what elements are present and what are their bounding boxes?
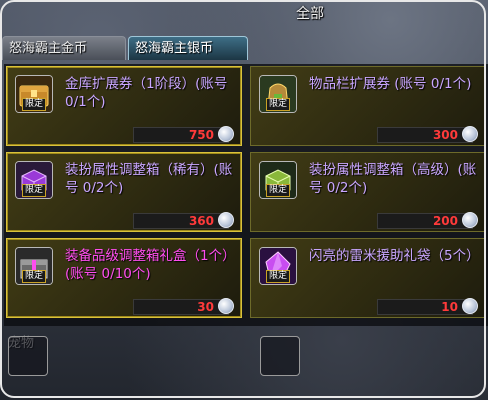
item-price: 30 <box>197 300 214 314</box>
silver-coin-icon <box>218 298 234 314</box>
silver-coin-icon <box>462 212 478 228</box>
item-name: 装扮属性调整箱（稀有）(账号 0/2个) <box>65 162 233 196</box>
shop-item-card[interactable]: 限定 装扮属性调整箱（稀有）(账号 0/2个) 360 <box>6 152 242 232</box>
backpack-icon: 限定 <box>259 75 297 113</box>
shop-item-card[interactable]: 限定 装扮属性调整箱（高级）(账号 0/2个) 200 <box>250 152 486 232</box>
price-box: 10 <box>377 298 478 315</box>
item-slot[interactable] <box>8 336 48 376</box>
limited-badge: 限定 <box>266 98 291 111</box>
item-price: 360 <box>188 214 214 228</box>
tab-silver-coin[interactable]: 怒海霸主银币 <box>128 36 248 60</box>
price-box: 750 <box>133 126 234 143</box>
shop-item-card[interactable]: 限定 物品栏扩展券 (账号 0/1个) 300 <box>250 66 486 146</box>
shop-item-card[interactable]: 限定 装备品级调整箱礼盒（1个）(账号 0/10个) 30 <box>6 238 242 318</box>
silver-coin-icon <box>218 126 234 142</box>
item-price: 200 <box>432 214 458 228</box>
item-price: 750 <box>188 128 214 142</box>
price-box: 360 <box>133 212 234 229</box>
purple-box-icon: 限定 <box>15 161 53 199</box>
crystal-bag-icon: 限定 <box>259 247 297 285</box>
price-box: 200 <box>377 212 478 229</box>
gift-box-icon: 限定 <box>15 247 53 285</box>
item-price: 10 <box>441 300 458 314</box>
shop-item-card[interactable]: 限定 闪亮的雷米援助礼袋（5个） 10 <box>250 238 486 318</box>
tab-gold-coin[interactable]: 怒海霸主金币 <box>2 36 126 60</box>
currency-tabs: 怒海霸主金币 怒海霸主银币 <box>0 36 488 60</box>
silver-coin-icon <box>218 212 234 228</box>
item-price: 300 <box>432 128 458 142</box>
price-box: 300 <box>377 126 478 143</box>
category-all-label[interactable]: 全部 <box>296 3 324 23</box>
limited-badge: 限定 <box>22 184 47 197</box>
item-name: 物品栏扩展券 (账号 0/1个) <box>309 76 472 92</box>
item-slot[interactable] <box>260 336 300 376</box>
limited-badge: 限定 <box>266 270 291 283</box>
treasure-chest-icon: 限定 <box>15 75 53 113</box>
limited-badge: 限定 <box>266 184 291 197</box>
bottom-area: 宠物 <box>4 326 484 398</box>
silver-coin-icon <box>462 298 478 314</box>
item-name: 金库扩展券（1阶段）(账号 0/1个) <box>65 76 228 110</box>
item-grid: 限定 金库扩展券（1阶段）(账号 0/1个) 750 限定 物品栏扩展券 (账号… <box>4 64 488 326</box>
limited-badge: 限定 <box>22 270 47 283</box>
price-box: 30 <box>133 298 234 315</box>
item-name: 装备品级调整箱礼盒（1个）(账号 0/10个) <box>65 248 236 282</box>
item-name: 闪亮的雷米援助礼袋（5个） <box>309 248 480 264</box>
green-box-icon: 限定 <box>259 161 297 199</box>
shop-item-card[interactable]: 限定 金库扩展券（1阶段）(账号 0/1个) 750 <box>6 66 242 146</box>
item-name: 装扮属性调整箱（高级）(账号 0/2个) <box>309 162 477 196</box>
silver-coin-icon <box>462 126 478 142</box>
limited-badge: 限定 <box>22 98 47 111</box>
